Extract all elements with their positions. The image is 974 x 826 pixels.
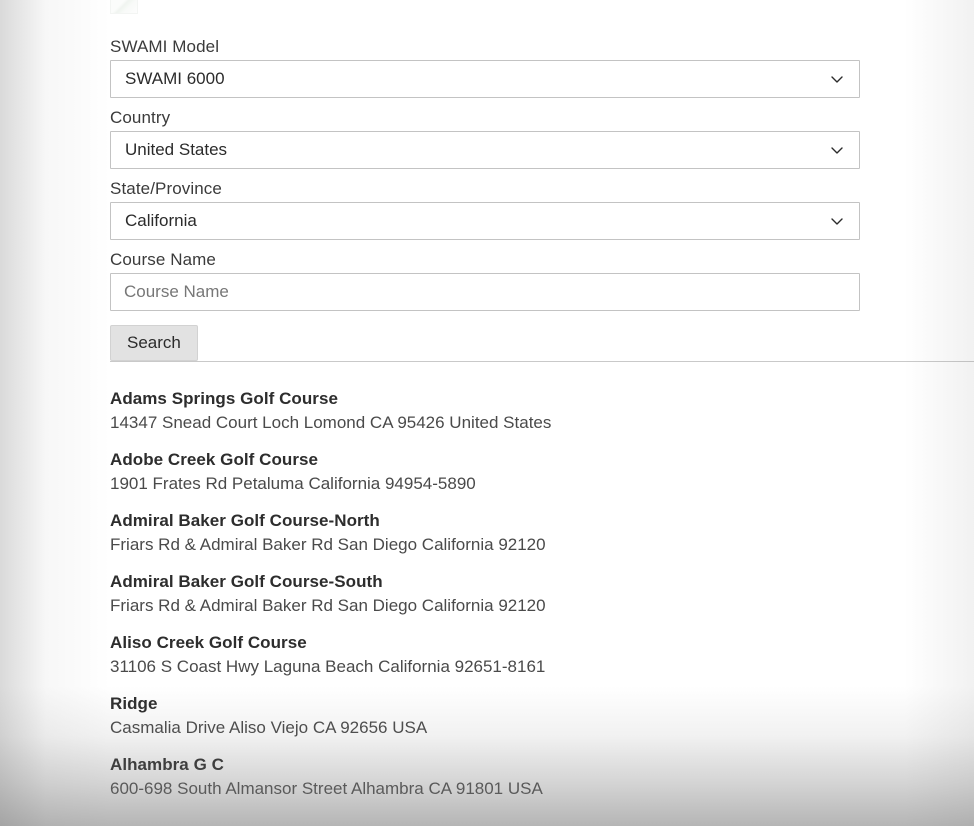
chevron-down-icon [829,71,845,87]
course-name: Adams Springs Golf Course [110,389,338,408]
course-name-label: Course Name [110,250,216,269]
course-name: Alhambra G C [110,755,224,774]
state-province-selected-value: California [125,211,197,230]
course-name: Aliso Creek Golf Course [110,633,307,652]
chevron-down-icon [829,213,845,229]
course-address: 31106 S Coast Hwy Laguna Beach Californi… [110,657,546,676]
course-address: 1901 Frates Rd Petaluma California 94954… [110,474,476,493]
swami-model-select[interactable]: SWAMI 6000 [110,60,860,98]
field-course-name: Course Name [110,249,862,311]
field-swami-model: SWAMI Model SWAMI 6000 [110,36,862,98]
search-button[interactable]: Search [110,325,198,361]
course-name: Ridge [110,694,158,713]
course-address: 600-698 South Almansor Street Alhambra C… [110,779,543,798]
country-label: Country [110,108,171,127]
list-item[interactable]: Admiral Baker Golf Course-South Friars R… [110,570,950,618]
course-address: Friars Rd & Admiral Baker Rd San Diego C… [110,535,546,554]
course-search-form: SWAMI Model SWAMI 6000 Country United St… [110,36,862,361]
field-state-province: State/Province California [110,178,862,240]
chevron-down-icon [829,142,845,158]
list-item[interactable]: Adams Springs Golf Course 14347 Snead Co… [110,387,950,435]
course-address: 14347 Snead Court Loch Lomond CA 95426 U… [110,413,552,432]
field-country: Country United States [110,107,862,169]
page-root: SWAMI Model SWAMI 6000 Country United St… [0,0,974,826]
course-results-list: Adams Springs Golf Course 14347 Snead Co… [110,387,950,814]
list-item[interactable]: Aliso Creek Golf Course 31106 S Coast Hw… [110,631,950,679]
course-name-input[interactable] [110,273,860,311]
country-select[interactable]: United States [110,131,860,169]
state-province-label: State/Province [110,179,222,198]
list-item[interactable]: Admiral Baker Golf Course-North Friars R… [110,509,950,557]
list-item[interactable]: Ridge Casmalia Drive Aliso Viejo CA 9265… [110,692,950,740]
course-name: Adobe Creek Golf Course [110,450,319,469]
course-address: Friars Rd & Admiral Baker Rd San Diego C… [110,596,546,615]
swami-model-label: SWAMI Model [110,37,220,56]
course-name: Admiral Baker Golf Course-North [110,511,380,530]
list-item[interactable]: Adobe Creek Golf Course 1901 Frates Rd P… [110,448,950,496]
section-divider [110,361,974,362]
swami-model-selected-value: SWAMI 6000 [125,69,225,88]
list-item[interactable]: Alhambra G C 600-698 South Almansor Stre… [110,753,950,801]
country-selected-value: United States [125,140,228,159]
course-name: Admiral Baker Golf Course-South [110,572,383,591]
broken-image-fragment-icon [110,0,138,14]
state-province-select[interactable]: California [110,202,860,240]
course-address: Casmalia Drive Aliso Viejo CA 92656 USA [110,718,428,737]
